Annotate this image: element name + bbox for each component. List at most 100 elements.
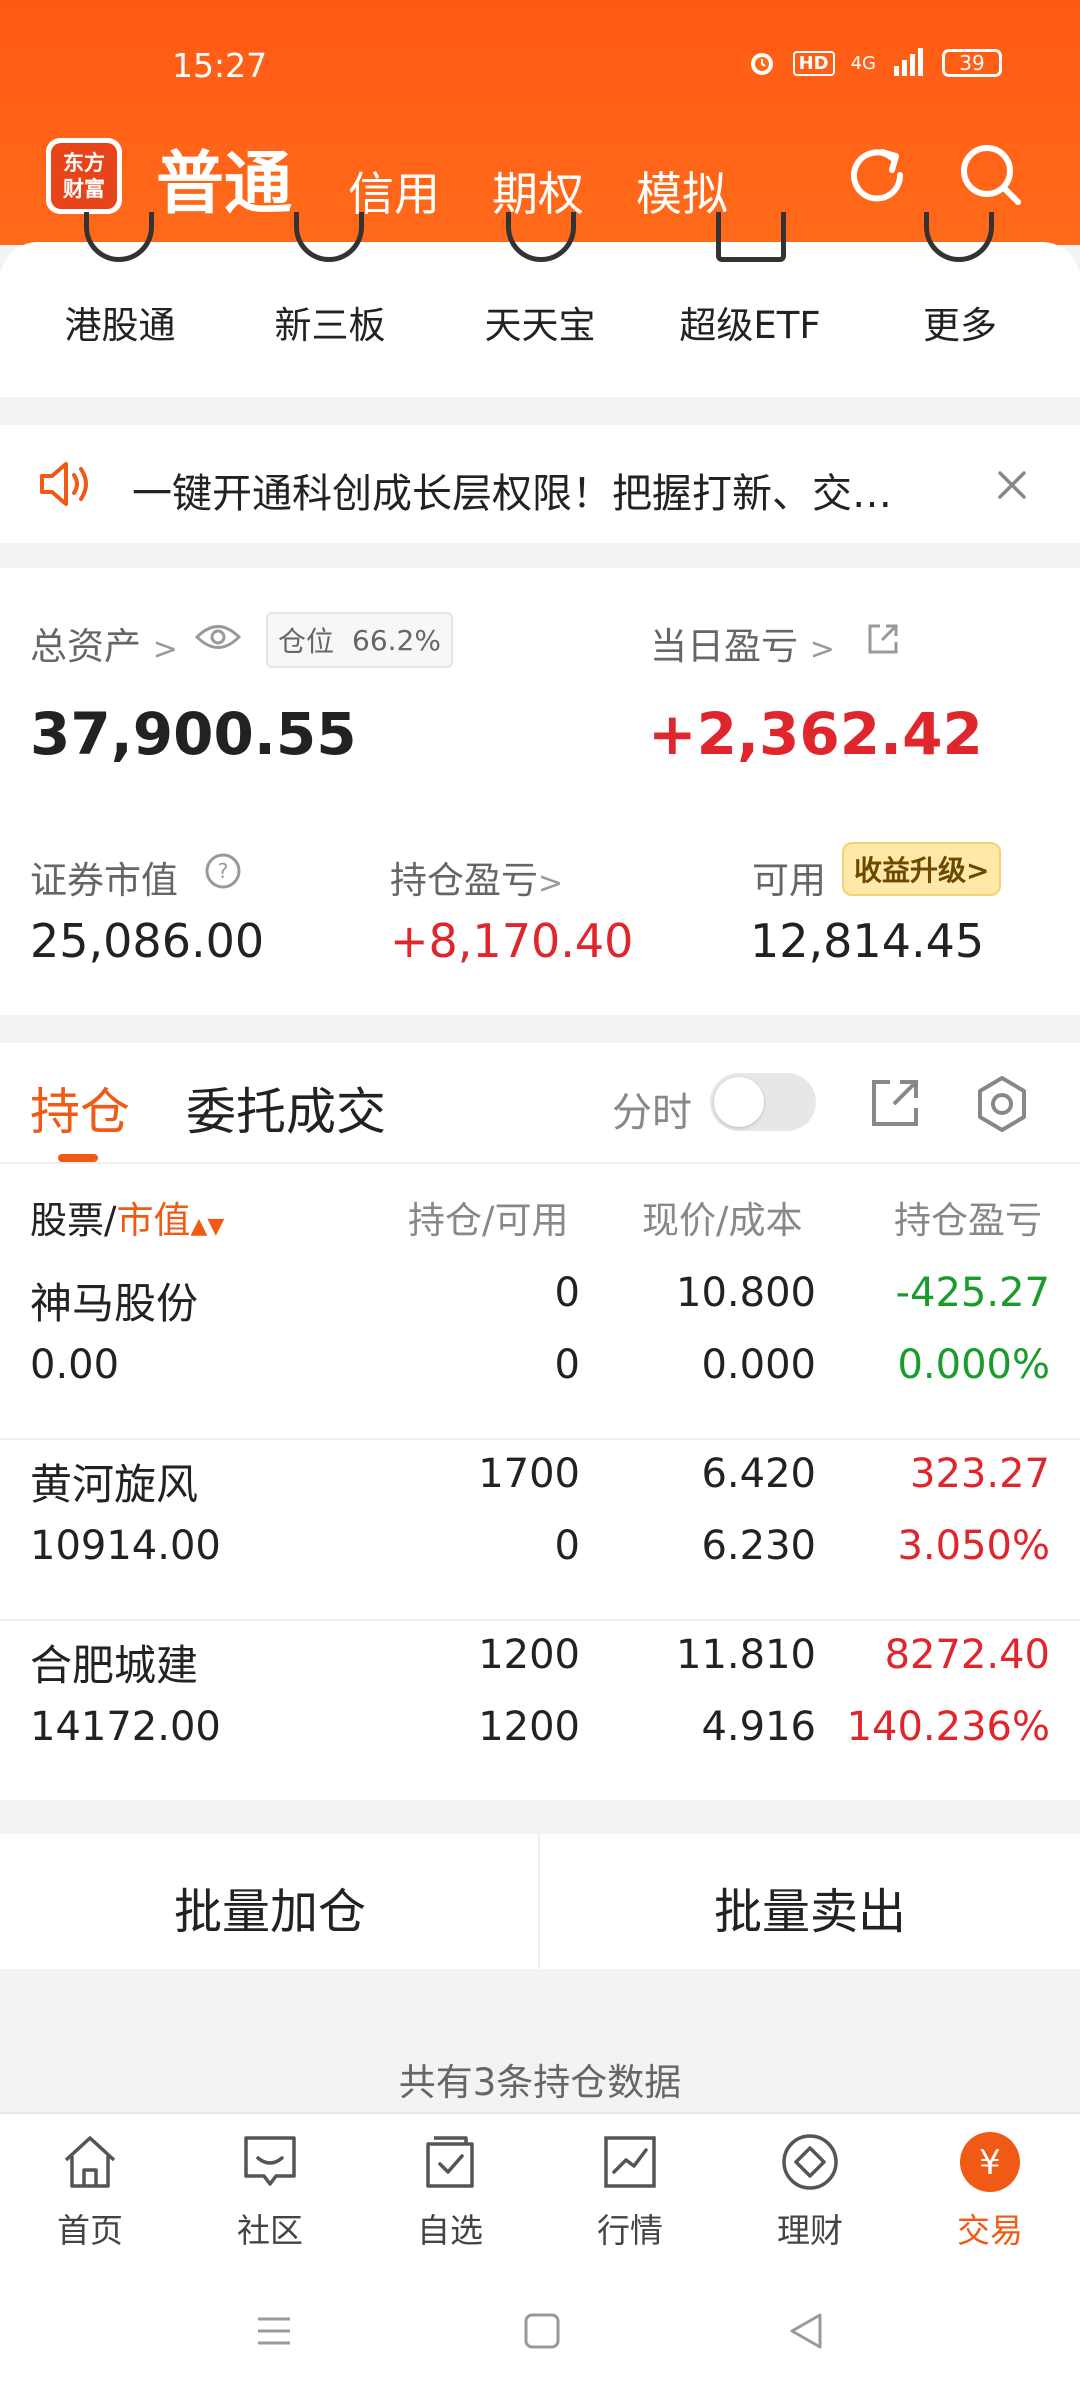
refresh-icon[interactable] xyxy=(842,140,912,210)
chevron-right-icon: > xyxy=(809,632,835,667)
export-icon[interactable] xyxy=(868,1076,922,1130)
help-icon[interactable]: ? xyxy=(204,852,242,890)
status-icons: HD 4G 39 xyxy=(747,48,1002,78)
speaker-icon xyxy=(40,462,88,506)
home-square-icon[interactable] xyxy=(522,2311,562,2351)
sort-mv-label[interactable]: 市值 xyxy=(116,1199,190,1242)
shortcut-hk-connect[interactable]: 港股通 xyxy=(30,295,210,349)
network-label: 4G xyxy=(850,52,876,74)
holding-qty: 1700 xyxy=(478,1451,580,1497)
holding-pl: 323.27 xyxy=(910,1451,1050,1497)
batch-sell-button[interactable]: 批量卖出 xyxy=(540,1872,1080,1942)
chevron-right-icon: > xyxy=(538,866,564,901)
wealth-icon xyxy=(782,2134,838,2190)
watchlist-icon xyxy=(426,2136,474,2188)
nav-home[interactable]: 首页 xyxy=(20,2130,160,2252)
market-value: 25,086.00 xyxy=(30,914,265,968)
menu-icon[interactable] xyxy=(254,2311,294,2351)
available-qty: 1200 xyxy=(478,1704,580,1750)
search-icon[interactable] xyxy=(956,140,1026,210)
cost-price: 6.230 xyxy=(701,1523,816,1569)
stock-market-value: 14172.00 xyxy=(30,1704,221,1750)
close-icon[interactable] xyxy=(996,469,1028,501)
logo-line1: 东方 xyxy=(63,151,105,175)
signal-icon xyxy=(894,48,923,76)
col-qty-header: 持仓/可用 xyxy=(408,1199,569,1242)
current-price: 11.810 xyxy=(676,1632,816,1678)
status-time: 15:27 xyxy=(172,46,268,85)
nav-community[interactable]: 社区 xyxy=(200,2130,340,2252)
back-icon[interactable] xyxy=(786,2311,826,2351)
chevron-right-icon: > xyxy=(152,632,178,667)
col-pl-header: 持仓盈亏 xyxy=(894,1199,1042,1242)
holding-pl-pct: 0.000% xyxy=(897,1342,1050,1388)
sort-icon: ▲▼ xyxy=(190,1214,225,1239)
upgrade-badge[interactable]: 收益升级> xyxy=(842,842,1002,896)
settings-icon[interactable] xyxy=(972,1074,1032,1134)
timeshare-label: 分时 xyxy=(612,1090,692,1136)
holding-pl-label[interactable]: 持仓盈亏> xyxy=(390,850,563,904)
nav-watchlist[interactable]: 自选 xyxy=(380,2130,520,2252)
holding-qty: 1200 xyxy=(478,1632,580,1678)
nav-label: 首页 xyxy=(57,2211,123,2250)
nav-label: 行情 xyxy=(597,2211,663,2250)
batch-add-button[interactable]: 批量加仓 xyxy=(0,1872,540,1942)
alarm-icon xyxy=(750,53,773,75)
shortcut-neeq[interactable]: 新三板 xyxy=(240,295,420,349)
current-price: 10.800 xyxy=(676,1270,816,1316)
nav-label: 自选 xyxy=(417,2211,483,2250)
community-icon xyxy=(244,2136,296,2186)
shortcut-more[interactable]: 更多 xyxy=(870,295,1050,349)
bottom-nav xyxy=(0,2112,1080,2269)
tab-holdings[interactable]: 持仓 xyxy=(30,1072,130,1144)
tab-regular[interactable]: 普通 xyxy=(156,128,292,227)
holding-pl: 8272.40 xyxy=(884,1632,1050,1678)
available-qty: 0 xyxy=(554,1523,580,1569)
available-label: 可用 xyxy=(752,859,826,902)
system-nav-bar xyxy=(0,2267,1080,2400)
nav-market[interactable]: 行情 xyxy=(560,2130,700,2252)
tab-orders[interactable]: 委托成交 xyxy=(186,1072,386,1144)
nav-wealth[interactable]: 理财 xyxy=(740,2130,880,2252)
svg-text:¥: ¥ xyxy=(979,2143,1001,2183)
shortcut-super-etf[interactable]: 超级ETF xyxy=(660,295,840,349)
stock-name: 神马股份 xyxy=(30,1279,199,1328)
nav-trade[interactable]: ¥ 交易 xyxy=(920,2130,1060,2252)
battery-indicator: 39 xyxy=(942,49,1002,77)
stock-market-value: 10914.00 xyxy=(30,1523,221,1569)
position-ratio-pill: 仓位 66.2% xyxy=(266,612,453,668)
logo-line2: 财富 xyxy=(63,177,105,201)
app-logo[interactable]: 东方 财富 xyxy=(46,138,122,214)
market-icon xyxy=(604,2136,656,2188)
daily-pl-label[interactable]: 当日盈亏 > xyxy=(650,616,835,670)
home-icon xyxy=(64,2136,116,2188)
nav-label: 理财 xyxy=(777,2211,843,2250)
col-stock-header[interactable]: 股票/市值▲▼ xyxy=(30,1190,224,1244)
position-value: 66.2% xyxy=(352,623,441,657)
cost-price: 0.000 xyxy=(701,1342,816,1388)
market-value-label: 证券市值 xyxy=(30,859,178,902)
shortcut-tiantianbao[interactable]: 天天宝 xyxy=(450,295,630,349)
stock-market-value: 0.00 xyxy=(30,1342,120,1388)
total-assets-label[interactable]: 总资产 > xyxy=(30,616,178,670)
holding-qty: 0 xyxy=(554,1270,580,1316)
hd-badge: HD xyxy=(792,50,835,76)
eye-icon[interactable] xyxy=(194,620,242,654)
divider xyxy=(0,1619,1080,1621)
notice-banner[interactable]: 一键开通科创成长层权限！把握打新、交… xyxy=(0,425,1080,543)
total-assets-value: 37,900.55 xyxy=(30,700,357,768)
holding-pl-pct: 3.050% xyxy=(897,1523,1050,1569)
divider xyxy=(0,1162,1080,1164)
col-price-header: 现价/成本 xyxy=(642,1199,803,1242)
daily-pl-value: +2,362.42 xyxy=(648,700,983,768)
holding-pl-pct: 140.236% xyxy=(846,1704,1050,1750)
share-out-icon[interactable] xyxy=(866,622,900,656)
toggle-knob xyxy=(714,1077,764,1127)
active-tab-indicator xyxy=(58,1154,98,1162)
divider xyxy=(0,1438,1080,1440)
available-qty: 0 xyxy=(554,1342,580,1388)
nav-label: 交易 xyxy=(957,2211,1023,2250)
timeshare-toggle[interactable] xyxy=(710,1073,816,1131)
position-label: 仓位 xyxy=(278,625,335,658)
stock-name: 黄河旋风 xyxy=(30,1460,199,1509)
